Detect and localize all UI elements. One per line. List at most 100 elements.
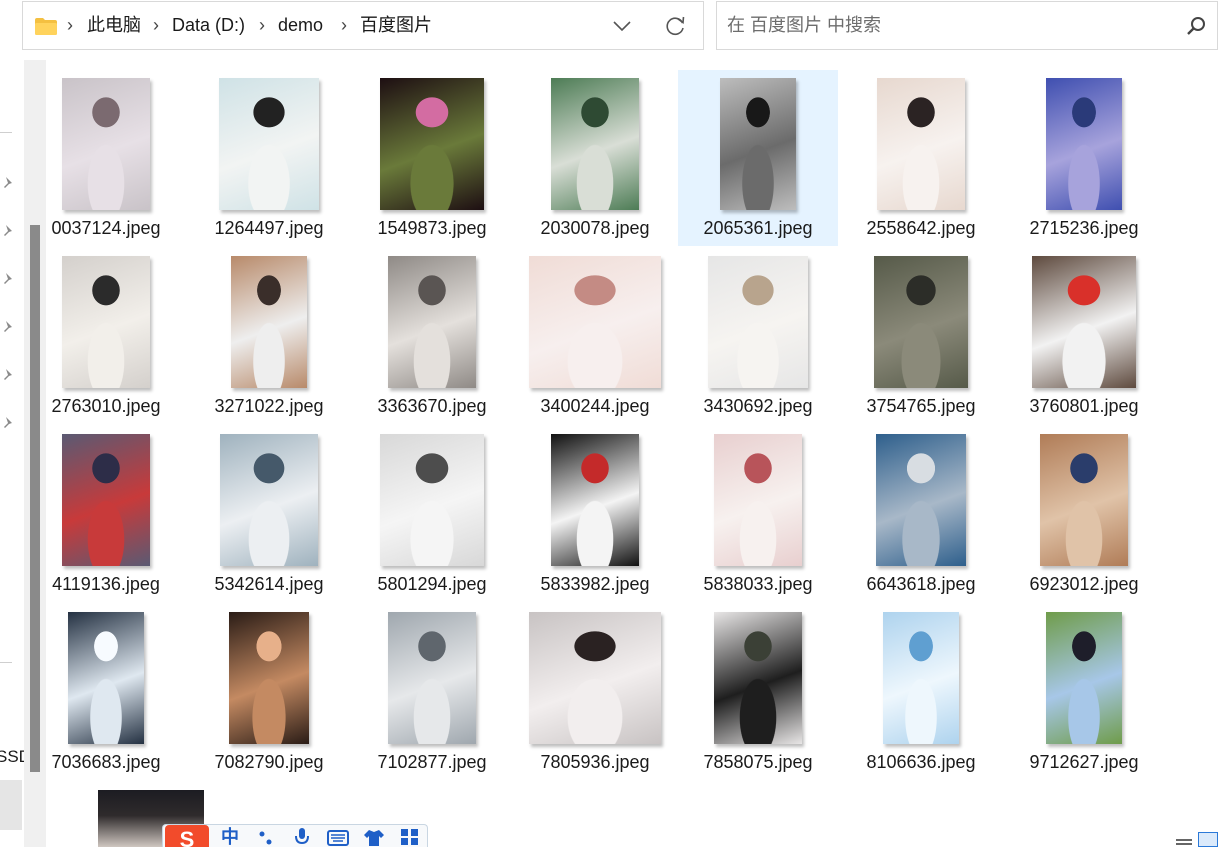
file-item[interactable]: 7858075.jpeg — [678, 604, 838, 780]
file-item[interactable]: 6923012.jpeg — [1004, 426, 1164, 602]
keyboard-icon[interactable] — [325, 827, 351, 847]
file-item[interactable]: 1264497.jpeg — [189, 70, 349, 246]
file-name: 6923012.jpeg — [1029, 574, 1139, 594]
file-item[interactable]: 6643618.jpeg — [841, 426, 1001, 602]
file-thumbnail[interactable] — [1040, 434, 1128, 566]
file-thumbnail[interactable] — [708, 256, 808, 388]
file-thumbnail[interactable] — [883, 612, 959, 744]
file-thumbnail[interactable] — [551, 434, 639, 566]
file-item[interactable]: 5833982.jpeg — [515, 426, 675, 602]
pin-icon[interactable] — [0, 366, 18, 384]
file-item[interactable]: 5838033.jpeg — [678, 426, 838, 602]
breadcrumb-separator[interactable]: › — [341, 2, 347, 49]
file-thumbnail[interactable] — [877, 78, 965, 210]
details-view-icon[interactable] — [1174, 837, 1194, 847]
file-thumbnail[interactable] — [1046, 612, 1122, 744]
folder-icon — [35, 18, 57, 35]
breadcrumb-data-drive[interactable]: Data (D:) — [172, 2, 245, 49]
address-bar[interactable]: › 此电脑 › Data (D:) › demo › 百度图片 — [22, 1, 704, 50]
pin-icon[interactable] — [0, 414, 18, 432]
file-item[interactable]: 2763010.jpeg — [26, 248, 186, 424]
file-item[interactable]: 3430692.jpeg — [678, 248, 838, 424]
file-name: 7082790.jpeg — [214, 752, 324, 772]
file-thumbnail[interactable] — [529, 256, 661, 388]
search-box[interactable]: 在 百度图片 中搜索 — [716, 1, 1218, 50]
nav-divider — [0, 132, 12, 133]
file-thumbnail[interactable] — [62, 256, 150, 388]
file-name: 2030078.jpeg — [540, 218, 650, 238]
sogou-logo-icon[interactable]: S — [165, 825, 209, 847]
refresh-icon[interactable] — [663, 14, 689, 38]
breadcrumb-baidu-images[interactable]: 百度图片 — [360, 2, 432, 49]
pin-icon[interactable] — [0, 174, 18, 192]
file-item[interactable]: 3760801.jpeg — [1004, 248, 1164, 424]
file-thumbnail[interactable] — [529, 612, 661, 744]
breadcrumb-separator[interactable]: › — [153, 2, 159, 49]
file-thumbnail[interactable] — [229, 612, 309, 744]
file-item[interactable]: 7805936.jpeg — [515, 604, 675, 780]
file-item[interactable]: 5342614.jpeg — [189, 426, 349, 602]
file-name: 2065361.jpeg — [703, 218, 813, 238]
file-name: 2558642.jpeg — [866, 218, 976, 238]
microphone-icon[interactable] — [289, 827, 315, 847]
file-thumbnail[interactable] — [1032, 256, 1136, 388]
file-thumbnail[interactable] — [714, 612, 802, 744]
file-item[interactable]: 7102877.jpeg — [352, 604, 512, 780]
pin-icon[interactable] — [0, 270, 18, 288]
search-placeholder[interactable]: 在 百度图片 中搜索 — [727, 2, 881, 49]
ime-mode-toggle[interactable]: 中 — [217, 827, 243, 847]
nav-item-selected[interactable] — [0, 780, 22, 830]
ime-toolbar: S 中 — [162, 824, 428, 847]
file-thumbnail[interactable] — [874, 256, 968, 388]
file-item[interactable]: 3363670.jpeg — [352, 248, 512, 424]
file-item[interactable]: 3400244.jpeg — [515, 248, 675, 424]
file-thumbnail[interactable] — [62, 78, 150, 210]
breadcrumb-separator[interactable]: › — [259, 2, 265, 49]
file-item[interactable]: 7082790.jpeg — [189, 604, 349, 780]
address-toolbar: › 此电脑 › Data (D:) › demo › 百度图片 在 百度图片 中… — [0, 0, 1218, 52]
file-item[interactable]: 9712627.jpeg — [1004, 604, 1164, 780]
file-thumbnail[interactable] — [231, 256, 307, 388]
file-item[interactable]: 3271022.jpeg — [189, 248, 349, 424]
breadcrumb-separator[interactable]: › — [67, 2, 73, 49]
file-item[interactable]: 8106636.jpeg — [841, 604, 1001, 780]
file-thumbnail[interactable] — [714, 434, 802, 566]
file-item[interactable]: 4119136.jpeg — [26, 426, 186, 602]
skin-shirt-icon[interactable] — [361, 827, 387, 847]
pin-icon[interactable] — [0, 318, 18, 336]
file-thumbnail[interactable] — [876, 434, 966, 566]
file-item[interactable]: 2558642.jpeg — [841, 70, 1001, 246]
file-item[interactable]: 3754765.jpeg — [841, 248, 1001, 424]
file-thumbnail[interactable] — [220, 434, 318, 566]
file-thumbnail[interactable] — [720, 78, 796, 210]
file-item[interactable]: 2030078.jpeg — [515, 70, 675, 246]
file-name: 7102877.jpeg — [377, 752, 487, 772]
file-name: 3754765.jpeg — [866, 396, 976, 416]
file-thumbnail[interactable] — [380, 434, 484, 566]
breadcrumb-this-pc[interactable]: 此电脑 — [87, 2, 141, 49]
file-item[interactable]: 0037124.jpeg — [26, 70, 186, 246]
file-item[interactable]: 2715236.jpeg — [1004, 70, 1164, 246]
file-item[interactable]: 7036683.jpeg — [26, 604, 186, 780]
file-thumbnail[interactable] — [62, 434, 150, 566]
chevron-down-icon[interactable] — [609, 14, 635, 38]
file-thumbnail[interactable] — [388, 256, 476, 388]
file-name: 3363670.jpeg — [377, 396, 487, 416]
file-name: 1549873.jpeg — [377, 218, 487, 238]
file-name: 9712627.jpeg — [1029, 752, 1139, 772]
file-item[interactable]: 2065361.jpeg — [678, 70, 838, 246]
file-thumbnail[interactable] — [68, 612, 144, 744]
toolbox-grid-icon[interactable] — [397, 827, 423, 847]
file-thumbnail[interactable] — [380, 78, 484, 210]
file-thumbnail[interactable] — [219, 78, 319, 210]
punctuation-icon[interactable] — [253, 827, 279, 847]
file-thumbnail[interactable] — [388, 612, 476, 744]
file-item[interactable]: 1549873.jpeg — [352, 70, 512, 246]
breadcrumb-demo[interactable]: demo — [278, 2, 323, 49]
file-thumbnail[interactable] — [551, 78, 639, 210]
file-item[interactable]: 5801294.jpeg — [352, 426, 512, 602]
large-icons-view-button[interactable] — [1198, 832, 1218, 847]
search-icon[interactable] — [1185, 15, 1207, 37]
pin-icon[interactable] — [0, 222, 18, 240]
file-thumbnail[interactable] — [1046, 78, 1122, 210]
